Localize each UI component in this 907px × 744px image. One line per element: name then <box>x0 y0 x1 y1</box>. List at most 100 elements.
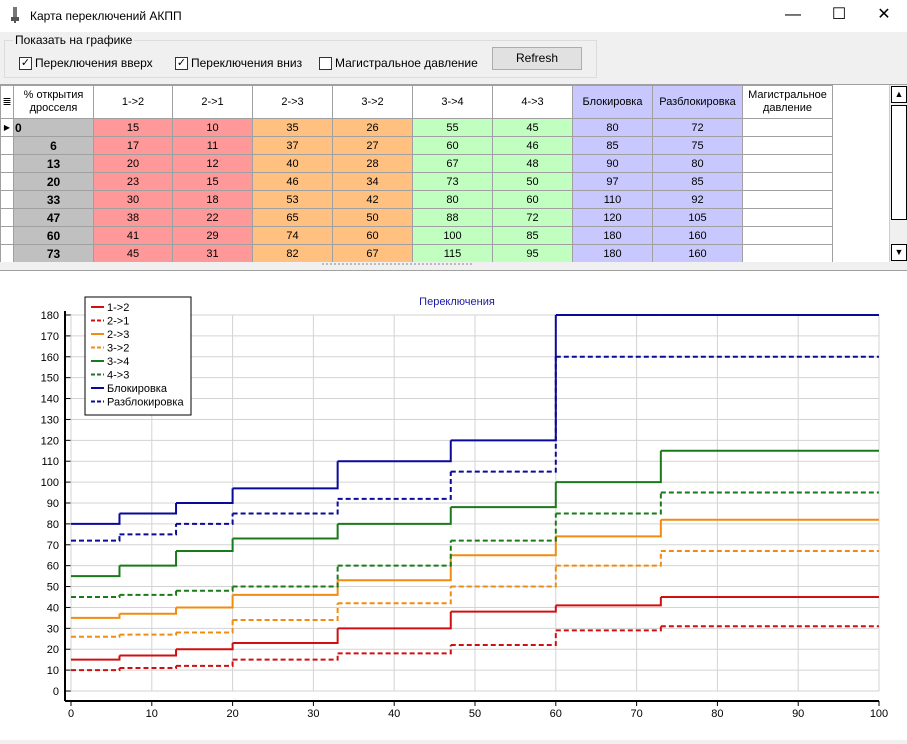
table-cell[interactable] <box>742 226 833 245</box>
row-header[interactable] <box>0 190 14 209</box>
table-cell[interactable]: 53 <box>252 190 333 209</box>
close-button[interactable]: ✕ <box>861 0 907 32</box>
throttle-cell[interactable]: 13 <box>13 154 94 173</box>
table-cell[interactable]: 73 <box>412 172 493 191</box>
throttle-cell[interactable]: 47 <box>13 208 94 227</box>
table-cell[interactable]: 15 <box>172 172 253 191</box>
table-cell[interactable]: 15 <box>93 118 173 137</box>
table-cell[interactable]: 27 <box>332 136 413 155</box>
column-header[interactable]: 2->3 <box>252 85 333 119</box>
table-cell[interactable]: 80 <box>652 154 743 173</box>
throttle-cell[interactable]: 60 <box>13 226 94 245</box>
table-cell[interactable]: 85 <box>572 136 653 155</box>
table-cell[interactable]: 60 <box>412 136 493 155</box>
table-cell[interactable]: 120 <box>572 208 653 227</box>
table-cell[interactable]: 90 <box>572 154 653 173</box>
table-cell[interactable]: 50 <box>332 208 413 227</box>
column-header[interactable]: Магистральное давление <box>742 85 833 119</box>
table-cell[interactable] <box>742 136 833 155</box>
table-cell[interactable]: 30 <box>93 190 173 209</box>
table-cell[interactable]: 11 <box>172 136 253 155</box>
checkbox-box[interactable]: ✓ <box>19 56 32 70</box>
throttle-cell[interactable]: 73 <box>13 244 94 262</box>
row-header[interactable] <box>0 226 14 245</box>
throttle-cell[interactable]: 33 <box>13 190 94 209</box>
table-cell[interactable]: 75 <box>652 136 743 155</box>
throttle-cell[interactable]: 6 <box>13 136 94 155</box>
table-cell[interactable]: 60 <box>332 226 413 245</box>
table-cell[interactable] <box>742 244 833 262</box>
table-cell[interactable]: 97 <box>572 172 653 191</box>
row-header[interactable]: ▶ <box>0 118 14 137</box>
throttle-cell[interactable]: 20 <box>13 172 94 191</box>
row-header[interactable] <box>0 208 14 227</box>
table-cell[interactable]: 72 <box>652 118 743 137</box>
refresh-button[interactable]: Refresh <box>492 47 582 70</box>
row-header[interactable] <box>0 154 14 173</box>
column-header[interactable]: 4->3 <box>492 85 573 119</box>
table-cell[interactable]: 92 <box>652 190 743 209</box>
table-cell[interactable]: 42 <box>332 190 413 209</box>
table-cell[interactable]: 180 <box>572 226 653 245</box>
table-cell[interactable]: 180 <box>572 244 653 262</box>
checkbox-upshifts[interactable]: ✓ Переключения вверх <box>19 56 153 70</box>
table-cell[interactable]: 46 <box>252 172 333 191</box>
table-row[interactable]: 13 20 12 40 28 67 48 90 80 <box>0 154 833 173</box>
table-cell[interactable]: 23 <box>93 172 173 191</box>
table-cell[interactable]: 105 <box>652 208 743 227</box>
table-cell[interactable]: 80 <box>412 190 493 209</box>
table-row[interactable]: 33 30 18 53 42 80 60 110 92 <box>0 190 833 209</box>
column-header[interactable]: 2->1 <box>172 85 253 119</box>
table-cell[interactable]: 160 <box>652 226 743 245</box>
table-cell[interactable]: 12 <box>172 154 253 173</box>
table-cell[interactable]: 67 <box>332 244 413 262</box>
row-header[interactable] <box>0 136 14 155</box>
table-cell[interactable]: 65 <box>252 208 333 227</box>
table-cell[interactable]: 95 <box>492 244 573 262</box>
column-header[interactable]: 1->2 <box>93 85 173 119</box>
table-cell[interactable]: 82 <box>252 244 333 262</box>
table-row[interactable]: 47 38 22 65 50 88 72 120 105 <box>0 208 833 227</box>
table-cell[interactable]: 74 <box>252 226 333 245</box>
table-cell[interactable]: 38 <box>93 208 173 227</box>
table-cell[interactable]: 85 <box>652 172 743 191</box>
table-cell[interactable]: 34 <box>332 172 413 191</box>
column-header[interactable]: 3->4 <box>412 85 493 119</box>
throttle-cell[interactable]: 0 <box>13 118 94 137</box>
table-cell[interactable] <box>742 208 833 227</box>
table-cell[interactable] <box>742 190 833 209</box>
table-cell[interactable] <box>742 118 833 137</box>
column-header[interactable]: % открытия дросселя <box>13 85 94 119</box>
table-cell[interactable]: 60 <box>492 190 573 209</box>
table-cell[interactable]: 115 <box>412 244 493 262</box>
minimize-button[interactable]: — <box>770 0 816 32</box>
table-row[interactable]: 6 17 11 37 27 60 46 85 75 <box>0 136 833 155</box>
checkbox-downshifts[interactable]: ✓ Переключения вниз <box>175 56 302 70</box>
table-cell[interactable]: 18 <box>172 190 253 209</box>
table-cell[interactable]: 22 <box>172 208 253 227</box>
table-cell[interactable]: 85 <box>492 226 573 245</box>
maximize-button[interactable]: ☐ <box>816 0 862 32</box>
column-header[interactable]: Разблокировка <box>652 85 743 119</box>
table-cell[interactable]: 72 <box>492 208 573 227</box>
table-cell[interactable]: 35 <box>252 118 333 137</box>
table-cell[interactable]: 45 <box>93 244 173 262</box>
table-cell[interactable]: 160 <box>652 244 743 262</box>
table-row[interactable]: 60 41 29 74 60 100 85 180 160 <box>0 226 833 245</box>
column-header[interactable]: 3->2 <box>332 85 413 119</box>
table-cell[interactable]: 28 <box>332 154 413 173</box>
table-cell[interactable]: 110 <box>572 190 653 209</box>
table-cell[interactable]: 31 <box>172 244 253 262</box>
table-cell[interactable] <box>742 154 833 173</box>
scroll-up-arrow-icon[interactable]: ▲ <box>891 86 907 103</box>
splitter-handle[interactable] <box>0 262 907 270</box>
table-cell[interactable]: 37 <box>252 136 333 155</box>
table-cell[interactable]: 80 <box>572 118 653 137</box>
table-cell[interactable]: 100 <box>412 226 493 245</box>
table-row[interactable]: ▶ 0 15 10 35 26 55 45 80 72 <box>0 118 833 137</box>
table-cell[interactable]: 26 <box>332 118 413 137</box>
table-cell[interactable]: 41 <box>93 226 173 245</box>
table-cell[interactable]: 67 <box>412 154 493 173</box>
vertical-scrollbar[interactable]: ▲ ▼ <box>889 85 907 262</box>
table-cell[interactable]: 20 <box>93 154 173 173</box>
